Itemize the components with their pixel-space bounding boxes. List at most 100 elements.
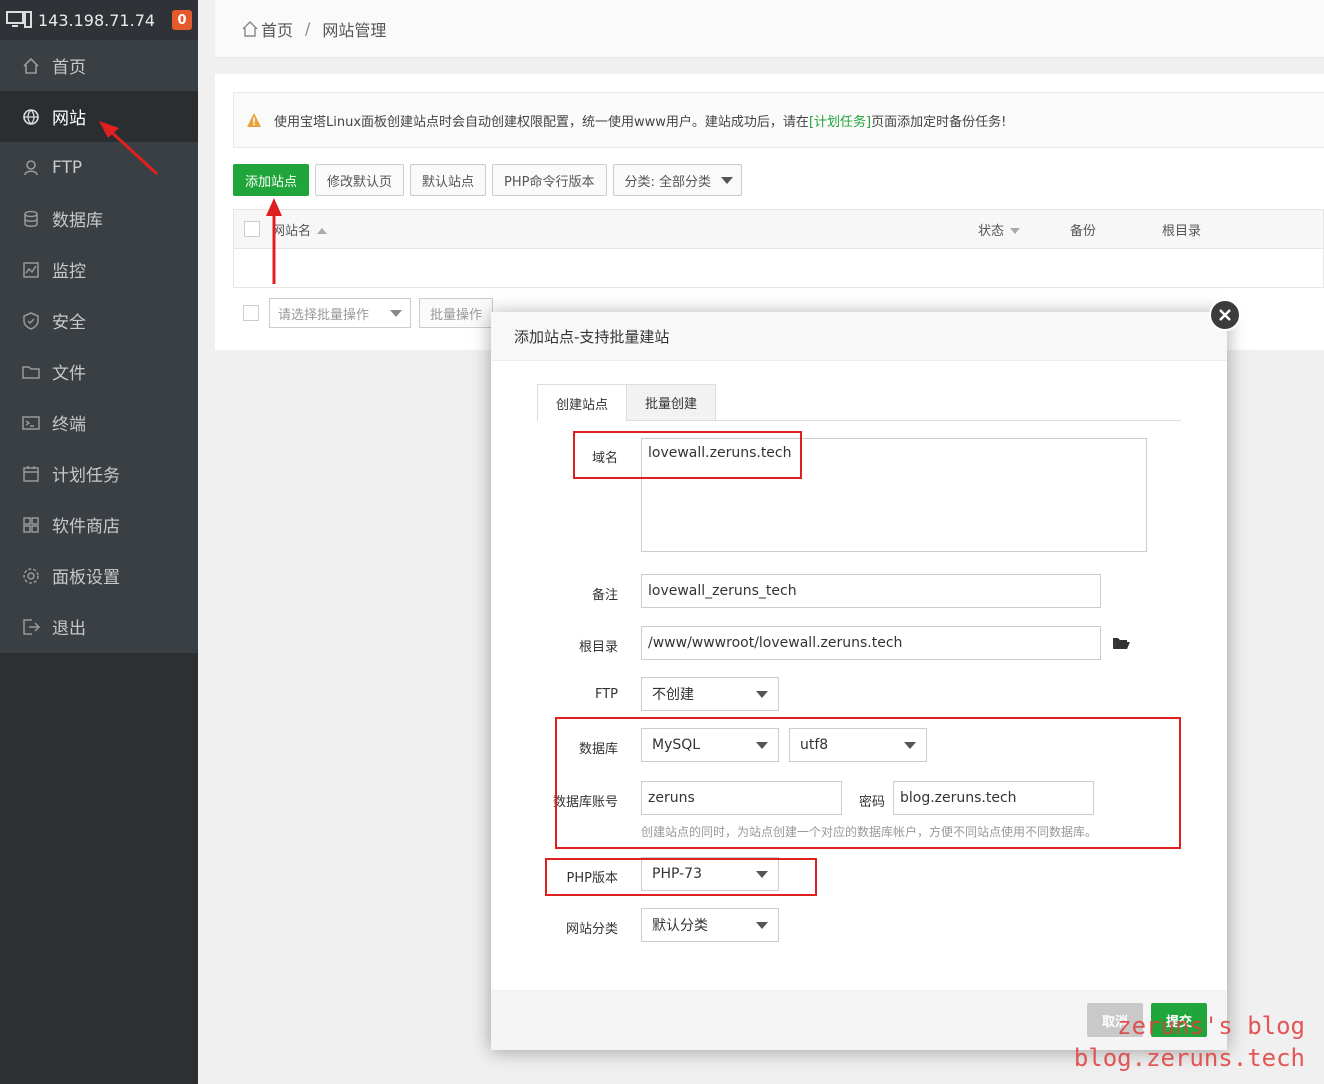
- annotation-arrow-add-site: [266, 198, 282, 284]
- globe-icon: [22, 108, 40, 126]
- sidebar-item-monitor[interactable]: 监控: [0, 244, 198, 295]
- sidebar-item-label: 退出: [52, 619, 86, 639]
- modify-default-page-button[interactable]: 修改默认页: [315, 164, 405, 196]
- sidebar-item-label: 数据库: [52, 211, 103, 231]
- home-icon[interactable]: [242, 20, 258, 37]
- breadcrumb-home[interactable]: 首页: [261, 17, 293, 41]
- dialog-tabs: 创建站点 批量创建: [537, 384, 1181, 421]
- warning-icon: [247, 113, 261, 127]
- sidebar-item-label: 网站: [52, 109, 86, 129]
- sidebar-item-store[interactable]: 软件商店: [0, 499, 198, 550]
- ftp-icon: [22, 159, 40, 177]
- monitor-icon: [22, 261, 40, 279]
- sidebar-item-files[interactable]: 文件: [0, 346, 198, 397]
- sidebar-item-settings[interactable]: 面板设置: [0, 550, 198, 601]
- chevron-down-icon: [756, 921, 768, 929]
- ftp-select-value: 不创建: [652, 687, 694, 703]
- site-category-select[interactable]: 默认分类: [641, 908, 779, 942]
- batch-checkbox[interactable]: [243, 305, 259, 321]
- batch-operation-select[interactable]: 请选择批量操作: [269, 298, 411, 328]
- column-header-status[interactable]: 状态: [978, 220, 1021, 239]
- site-table: 网站名 状态 备份 根目录: [233, 209, 1324, 288]
- table-row: [233, 249, 1324, 288]
- table-header: 网站名 状态 备份 根目录: [233, 209, 1324, 249]
- database-icon: [22, 210, 40, 228]
- site-category-value: 默认分类: [652, 918, 708, 934]
- chevron-down-icon: [390, 309, 402, 317]
- sidebar-item-label: 计划任务: [52, 466, 120, 486]
- column-header-root: 根目录: [1162, 223, 1202, 239]
- sidebar-item-label: 安全: [52, 313, 86, 333]
- annotation-box-database: [555, 717, 1181, 849]
- home-icon: [22, 57, 40, 75]
- dialog-title: 添加站点-支持批量建站: [491, 312, 1227, 361]
- tab-create-site[interactable]: 创建站点: [537, 384, 628, 421]
- server-ip: 143.198.71.74: [38, 10, 156, 30]
- annotation-arrow-sidebar: [99, 121, 159, 176]
- category-filter-select[interactable]: 分类: 全部分类: [612, 164, 743, 196]
- alert-text-tail: 页面添加定时备份任务!: [871, 114, 1007, 130]
- folder-icon: [22, 363, 40, 381]
- breadcrumb-separator: /: [305, 19, 311, 38]
- site-category-label: 网站分类: [565, 922, 618, 937]
- main-panel: 使用宝塔Linux面板创建站点时会自动创建权限配置，统一使用www用户。建站成功…: [215, 74, 1324, 350]
- annotation-box-php: [545, 858, 817, 896]
- root-dir-input[interactable]: /www/wwwroot/lovewall.zeruns.tech: [641, 626, 1101, 660]
- batch-actions: 请选择批量操作 批量操作: [233, 298, 494, 328]
- sidebar-item-home[interactable]: 首页: [0, 40, 198, 91]
- alert-text: 使用宝塔Linux面板创建站点时会自动创建权限配置，统一使用www用户。建站成功…: [274, 114, 809, 130]
- add-site-button[interactable]: 添加站点: [233, 164, 310, 196]
- breadcrumb-current: 网站管理: [322, 20, 387, 40]
- folder-open-icon[interactable]: [1112, 636, 1130, 650]
- info-alert: 使用宝塔Linux面板创建站点时会自动创建权限配置，统一使用www用户。建站成功…: [233, 92, 1324, 148]
- watermark-line2: blog.zeruns.tech: [1073, 1044, 1305, 1072]
- sidebar-item-label: 首页: [52, 58, 86, 78]
- chevron-down-icon: [756, 690, 768, 698]
- dialog-close-button[interactable]: [1209, 299, 1241, 331]
- sidebar-item-label: 监控: [52, 262, 86, 282]
- calendar-icon: [22, 465, 40, 483]
- sidebar-item-terminal[interactable]: 终端: [0, 397, 198, 448]
- ftp-select[interactable]: 不创建: [641, 677, 779, 711]
- sidebar-header: 143.198.71.74 0: [0, 0, 198, 40]
- shield-icon: [22, 311, 40, 330]
- sort-desc-icon: [1010, 228, 1021, 234]
- tab-batch-create[interactable]: 批量创建: [627, 384, 717, 420]
- sidebar-item-security[interactable]: 安全: [0, 295, 198, 346]
- breadcrumb: 首页 / 网站管理: [215, 0, 1324, 58]
- sidebar-filler: [0, 653, 198, 1084]
- sidebar-item-label: 终端: [52, 415, 86, 435]
- gear-icon: [22, 567, 40, 585]
- sidebar-item-label: 面板设置: [52, 568, 120, 588]
- category-filter-label: 分类: 全部分类: [624, 174, 712, 190]
- select-all-checkbox[interactable]: [244, 221, 260, 237]
- sidebar-item-cron[interactable]: 计划任务: [0, 448, 198, 499]
- sort-asc-icon: [317, 228, 328, 234]
- remark-input[interactable]: lovewall_zeruns_tech: [641, 574, 1101, 608]
- sidebar-item-database[interactable]: 数据库: [0, 193, 198, 244]
- sidebar-item-label: FTP: [52, 157, 83, 178]
- root-dir-label: 根目录: [578, 640, 618, 655]
- remark-label: 备注: [591, 588, 618, 603]
- apps-icon: [22, 516, 40, 534]
- close-icon: [1219, 309, 1231, 321]
- notification-badge[interactable]: 0: [172, 10, 192, 30]
- watermark-line1: zeruns's blog: [1117, 1012, 1305, 1040]
- sidebar-item-label: 软件商店: [52, 517, 120, 537]
- batch-operation-button[interactable]: 批量操作: [419, 298, 494, 328]
- cron-link[interactable]: [计划任务]: [809, 111, 871, 130]
- add-site-dialog: 添加站点-支持批量建站 创建站点 批量创建 域名 lovewall.zeruns…: [491, 312, 1227, 1050]
- watermark: zeruns's blog blog.zeruns.tech: [1050, 1010, 1305, 1074]
- server-icon: [6, 11, 32, 28]
- batch-operation-placeholder: 请选择批量操作: [278, 307, 370, 323]
- sidebar-item-label: 文件: [52, 364, 86, 384]
- chevron-down-icon: [721, 176, 734, 184]
- annotation-box-domain: [573, 431, 802, 479]
- sidebar-item-logout[interactable]: 退出: [0, 601, 198, 652]
- default-site-button[interactable]: 默认站点: [410, 164, 487, 196]
- ftp-label: FTP: [594, 687, 618, 702]
- logout-icon: [22, 618, 40, 636]
- terminal-icon: [22, 414, 40, 432]
- php-cli-version-button[interactable]: PHP命令行版本: [492, 164, 607, 196]
- column-header-backup: 备份: [1070, 223, 1097, 239]
